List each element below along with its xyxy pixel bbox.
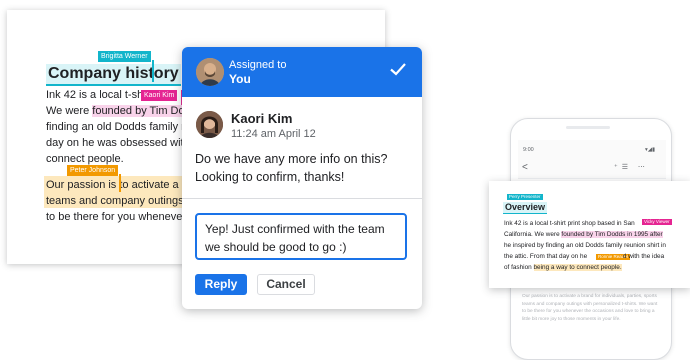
phone-speaker — [566, 126, 610, 129]
phone-doc-heading: Overview — [503, 202, 548, 214]
toolbar-icons[interactable]: ⁺☰ ⋯ — [614, 163, 649, 171]
comment-timestamp: 11:24 am April 12 — [231, 128, 316, 140]
phone-doc-line-3: he inspired by finding an old Dodds fami… — [504, 242, 666, 249]
comment-author: Kaori Kim — [231, 111, 293, 126]
avatar — [196, 58, 224, 86]
reply-input[interactable]: Yep! Just confirmed with the team we sho… — [195, 213, 407, 260]
divider — [182, 198, 422, 199]
assignee-name: You — [229, 72, 251, 86]
phone-doc-line-4: the attic. From that day on he d with th… — [504, 253, 665, 260]
author-avatar — [196, 111, 223, 138]
status-time: 9:00 — [523, 147, 534, 153]
phone-doc-line-2: California. We were founded by Tim Dodds… — [504, 231, 663, 238]
back-arrow-icon[interactable]: < — [522, 162, 528, 173]
assigned-to-label: Assigned to — [229, 59, 287, 71]
doc-line-1: Ink 42 is a local t-shir — [46, 89, 150, 101]
comment-body: Do we have any more info on this? Lookin… — [195, 152, 388, 184]
status-icons: ▾◢▮ — [645, 147, 656, 153]
phone-doc-line-1: Ink 42 is a local t-shirt print shop bas… — [504, 220, 635, 227]
phone-doc-line-5: of fashion being a way to connect people… — [504, 264, 622, 271]
collaborator-flag-perry: Perry Presenter — [507, 194, 543, 200]
collaborator-flag-kaori: Kaori Kim — [141, 90, 178, 101]
collaborator-flag-peter: Peter Johnson — [67, 165, 119, 176]
document-heading: Company history — [46, 64, 181, 86]
collaborator-cursor-peter — [119, 174, 121, 192]
comment-card: Assigned to You Kaori Kim 11:24 am April… — [182, 47, 422, 309]
phone-app-bar — [518, 140, 666, 179]
check-icon[interactable] — [388, 59, 408, 79]
doc-line-7: teams and company outings wi — [46, 195, 198, 207]
reply-button[interactable]: Reply — [195, 274, 247, 295]
collaborator-flag-vicky: Vicky Viewer — [642, 219, 672, 225]
collaborator-cursor-brigitta — [152, 60, 154, 82]
doc-line-3: finding an old Dodds family reu — [46, 121, 198, 133]
phone-doc-body: Our passion is to activate a brand for i… — [522, 294, 658, 322]
doc-line-8: to be there for you whenever th — [46, 211, 199, 223]
doc-line-5: connect people. — [46, 153, 124, 165]
cancel-button[interactable]: Cancel — [257, 274, 315, 295]
doc-line-4: day on he was obsessed with t — [46, 137, 196, 149]
doc-line-6: Our passion is to activate a bra — [46, 179, 198, 191]
doc-line-2: We were founded by Tim Dodd — [46, 105, 197, 117]
collaborator-flag-brigitta: Brigitta Werner — [98, 51, 151, 62]
